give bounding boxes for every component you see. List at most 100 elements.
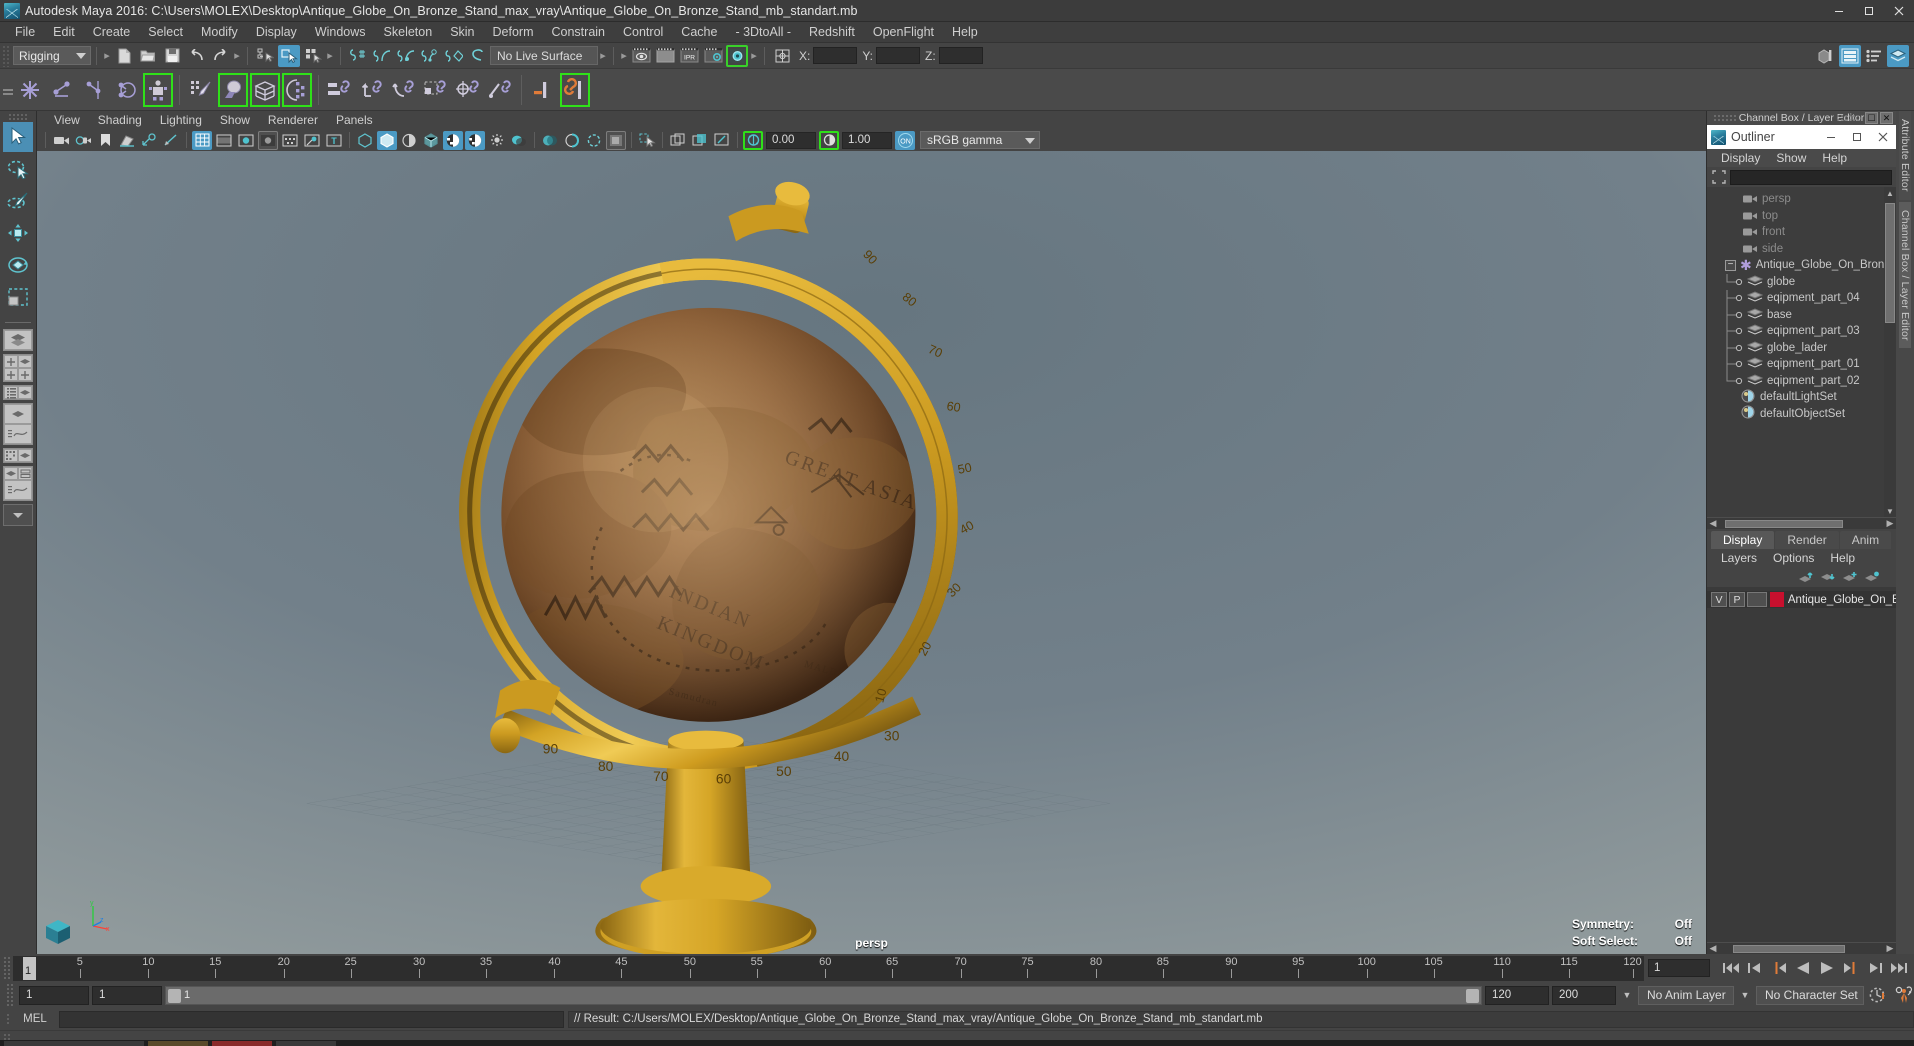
render-current-frame-icon[interactable] — [630, 45, 652, 67]
two-sided-lighting-icon[interactable] — [73, 131, 93, 150]
xray-joints-icon[interactable] — [302, 131, 322, 150]
make-live-icon[interactable] — [467, 45, 489, 67]
scroll-right-arrow-icon[interactable]: ▶ — [1884, 518, 1896, 529]
bookmark-icon[interactable] — [95, 131, 115, 150]
menu-deform[interactable]: Deform — [484, 22, 543, 43]
parent-constraint-icon[interactable] — [325, 73, 355, 107]
viewport-menu-view[interactable]: View — [45, 111, 89, 129]
range-slider-grip[interactable] — [6, 983, 13, 1007]
quick-layout-persp-outliner-graph[interactable] — [3, 466, 33, 501]
viewport-menu-panels[interactable]: Panels — [327, 111, 382, 129]
camera-attributes-icon[interactable] — [51, 131, 71, 150]
outliner-close-button[interactable] — [1870, 125, 1896, 149]
menu-3dtoall[interactable]: - 3DtoAll - — [726, 22, 800, 43]
layer-row[interactable]: V P Antique_Globe_On_Br — [1707, 591, 1896, 608]
step-forward-frame-button[interactable] — [1864, 957, 1886, 979]
layer-visibility-toggle[interactable]: V — [1711, 592, 1728, 607]
collapse-arrow-icon[interactable]: ▸ — [102, 47, 112, 65]
taskbar-item[interactable] — [276, 1040, 336, 1046]
maximize-button[interactable] — [1854, 0, 1884, 22]
character-set-dropdown-arrow-icon[interactable]: ▼ — [1737, 990, 1753, 1000]
expand-arrow-icon[interactable]: ▸ — [619, 47, 629, 65]
tab-anim[interactable]: Anim — [1839, 531, 1892, 549]
outliner-item-eqipment-part-01[interactable]: eqipment_part_01 — [1707, 356, 1896, 373]
outliner-menu-show[interactable]: Show — [1768, 149, 1814, 167]
outliner-minimize-button[interactable] — [1818, 125, 1844, 149]
layer-type-toggle[interactable] — [1747, 592, 1767, 607]
outliner-item-side[interactable]: side — [1707, 241, 1896, 258]
select-hierarchy-icon[interactable] — [254, 45, 276, 67]
layout-cell-graph2[interactable] — [4, 480, 32, 500]
exposure-value[interactable]: 0.00 — [766, 131, 816, 149]
panel-snapshot-icon[interactable] — [712, 131, 732, 150]
undo-icon[interactable] — [185, 45, 207, 67]
quick-layout-more-dropdown[interactable] — [3, 504, 33, 526]
filter-icon[interactable] — [1711, 170, 1726, 185]
scale-constraint-icon[interactable] — [421, 73, 451, 107]
range-start-handle[interactable] — [168, 988, 181, 1003]
toolbox-grip[interactable] — [8, 113, 28, 120]
exposure-icon[interactable] — [743, 131, 763, 150]
range-slider[interactable]: 1 — [165, 985, 1482, 1005]
side-tab-channel-box[interactable]: Channel Box / Layer Editor — [1899, 201, 1911, 349]
duplicate-panel-icon[interactable] — [668, 131, 688, 150]
quick-layout-hypershade-persp[interactable] — [3, 448, 33, 463]
select-object-icon[interactable] — [278, 44, 300, 67]
outliner-item-globe[interactable]: globe — [1707, 273, 1896, 291]
interactive-bind-skin-icon[interactable] — [218, 73, 248, 107]
outliner-menu-display[interactable]: Display — [1713, 149, 1768, 167]
menu-skin[interactable]: Skin — [441, 22, 483, 43]
layer-hscroll-thumb[interactable] — [1733, 944, 1845, 953]
quick-layout-outliner-persp[interactable] — [3, 385, 33, 400]
show-grid-icon[interactable] — [192, 130, 212, 150]
transform-constraint-icon[interactable] — [771, 45, 793, 67]
layout-cell-tr[interactable] — [18, 355, 32, 368]
perspective-viewport[interactable]: GREAT ASIAN OCEAN INDIAN KINGDOM MALDIVE… — [37, 151, 1706, 954]
cluster-deformer-icon[interactable] — [282, 73, 312, 107]
layout-cell-persp-top[interactable] — [4, 404, 32, 424]
scroll-left-arrow-icon[interactable]: ◀ — [1707, 943, 1719, 954]
layer-editor-horizontal-scrollbar[interactable]: ◀ ▶ — [1707, 942, 1896, 954]
use-default-light-icon[interactable] — [487, 131, 507, 150]
coord-input-y[interactable] — [876, 47, 921, 64]
animation-preferences-button[interactable] — [1892, 984, 1914, 1006]
expand-arrow-icon[interactable]: ▸ — [749, 47, 759, 65]
close-button[interactable] — [1884, 0, 1914, 22]
anim-layer-selector[interactable]: No Anim Layer — [1638, 985, 1734, 1005]
outliner-maximize-button[interactable] — [1844, 125, 1870, 149]
menu-help[interactable]: Help — [943, 22, 987, 43]
expand-arrow-icon[interactable]: ▸ — [325, 47, 335, 65]
expand-arrow-icon[interactable]: ▸ — [232, 47, 242, 65]
gate-mask-icon[interactable] — [258, 130, 278, 150]
step-back-key-button[interactable] — [1768, 957, 1790, 979]
use-all-lights-icon[interactable] — [465, 130, 485, 150]
dock-grip-right[interactable] — [1836, 114, 1860, 122]
textured-shading-icon[interactable] — [443, 130, 463, 150]
outliner-item-default-light-set[interactable]: defaultLightSet — [1707, 389, 1896, 406]
dock-grip-left[interactable] — [1713, 114, 1737, 122]
side-tab-attribute-editor[interactable]: Attribute Editor — [1899, 111, 1911, 200]
menu-constrain[interactable]: Constrain — [543, 22, 615, 43]
show-hide-channel-box-icon[interactable] — [1887, 44, 1909, 67]
layout-cell-outliner[interactable] — [4, 386, 18, 399]
outliner-title-bar[interactable]: Outliner — [1707, 125, 1896, 149]
playback-start-time-field[interactable]: 1 — [92, 985, 162, 1005]
outliner-scroll-thumb[interactable] — [1885, 203, 1895, 323]
live-surface-field[interactable]: No Live Surface — [490, 46, 598, 65]
menu-edit[interactable]: Edit — [44, 22, 84, 43]
layer-menu-options[interactable]: Options — [1765, 549, 1822, 567]
layer-color-swatch[interactable] — [1769, 592, 1784, 607]
outliner-item-group-root[interactable]: − ✱ Antique_Globe_On_Bronze — [1707, 257, 1896, 274]
menu-file[interactable]: File — [6, 22, 44, 43]
screen-space-ao-icon[interactable] — [606, 130, 626, 150]
select-component-icon[interactable] — [302, 45, 324, 67]
outliner-item-front[interactable]: front — [1707, 224, 1896, 241]
select-tool[interactable] — [3, 122, 33, 152]
statusline-grip[interactable] — [2, 44, 10, 67]
grid-toggle-icon[interactable] — [139, 131, 159, 150]
snap-to-view-plane-icon[interactable] — [443, 45, 465, 67]
move-layer-down-icon[interactable] — [1820, 570, 1836, 585]
outliner-item-default-object-set[interactable]: defaultObjectSet — [1707, 405, 1896, 423]
render-settings-icon[interactable] — [702, 45, 724, 67]
move-layer-up-icon[interactable] — [1798, 570, 1814, 585]
